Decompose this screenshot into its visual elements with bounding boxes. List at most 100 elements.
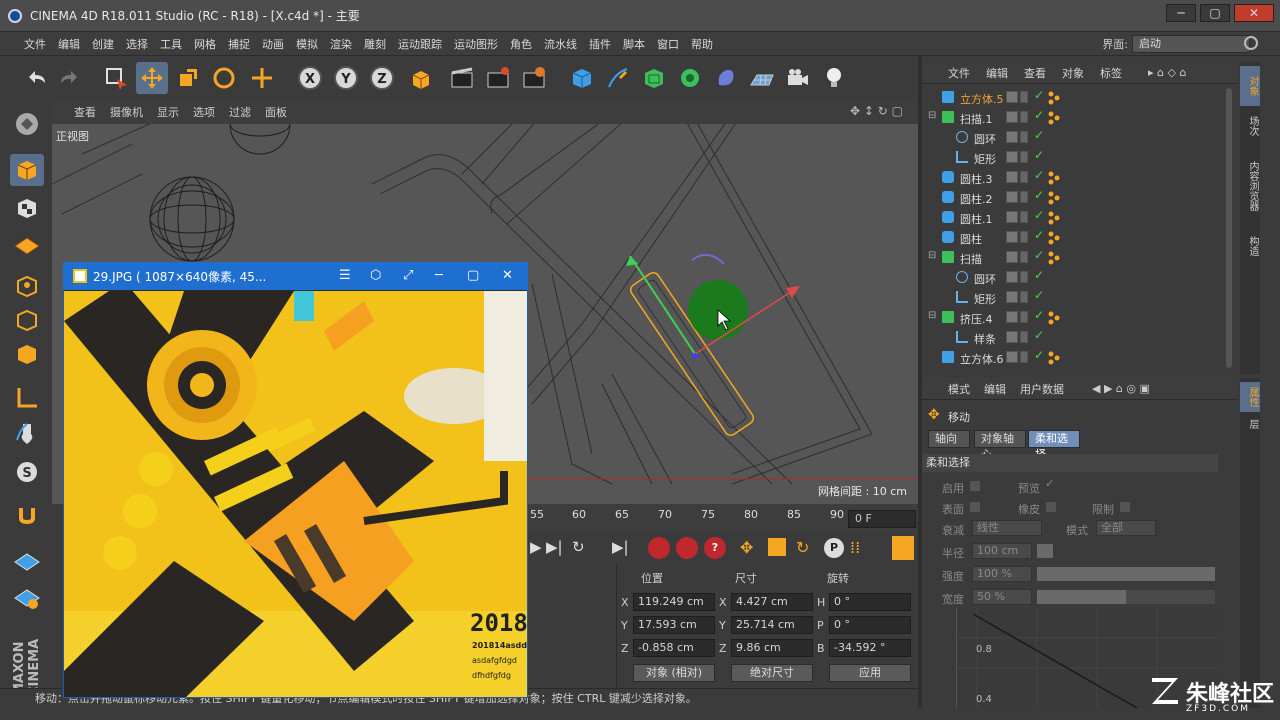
texture-mode-icon[interactable] xyxy=(10,192,44,224)
object-row[interactable]: ⊟ 扫描.1 xyxy=(924,108,1224,128)
menu-mograph[interactable]: 运动图形 xyxy=(448,36,504,52)
object-name[interactable]: 圆环 xyxy=(974,271,996,287)
z-axis-lock-icon[interactable]: Z xyxy=(366,62,398,94)
enabled-check-icon[interactable]: ✓ xyxy=(1034,248,1044,262)
render-settings-icon[interactable] xyxy=(518,62,550,94)
tweak-mode-icon[interactable] xyxy=(10,418,44,450)
layer-swatch[interactable] xyxy=(1006,131,1018,143)
object-row[interactable]: ⊟ 挤压.4 xyxy=(924,308,1224,328)
y-axis-lock-icon[interactable]: Y xyxy=(330,62,362,94)
keyframe-help-icon[interactable]: ? xyxy=(704,537,726,559)
menu-icon[interactable]: ☰ xyxy=(339,268,351,283)
object-visibility-controls[interactable]: ✓ xyxy=(1006,168,1046,185)
workplane-lock-icon[interactable] xyxy=(10,546,44,578)
layer-swatch[interactable] xyxy=(1006,351,1018,363)
solo-mode-icon[interactable]: S xyxy=(10,456,44,488)
menu-plugins[interactable]: 插件 xyxy=(583,36,617,52)
tab-objects[interactable]: 对象 xyxy=(1240,66,1260,106)
object-visibility-controls[interactable]: ✓ xyxy=(1006,188,1046,205)
menu-animate[interactable]: 动画 xyxy=(256,36,290,52)
object-row[interactable]: 圆柱 xyxy=(924,228,1224,248)
menu-pipeline[interactable]: 流水线 xyxy=(538,36,583,52)
menu-character[interactable]: 角色 xyxy=(504,36,538,52)
go-to-end-icon[interactable]: ▶| xyxy=(612,538,629,556)
minimize-button[interactable]: ─ xyxy=(1166,4,1196,22)
surface-checkbox[interactable] xyxy=(970,502,980,512)
mode-select[interactable]: 全部 xyxy=(1096,520,1156,536)
visibility-dots[interactable] xyxy=(1020,191,1028,203)
falloff-select[interactable]: 线性 xyxy=(972,520,1042,536)
deformer-icon[interactable] xyxy=(710,62,742,94)
render-picture-viewer-icon[interactable] xyxy=(482,62,514,94)
pin-icon[interactable]: ⬡ xyxy=(370,268,381,283)
phong-tag-icon[interactable] xyxy=(1048,111,1060,125)
autokey-icon[interactable] xyxy=(676,537,698,559)
layer-swatch[interactable] xyxy=(1006,311,1018,323)
tab-content-browser[interactable]: 内容浏览器 xyxy=(1240,146,1260,226)
viewport-menu-filter[interactable]: 过滤 xyxy=(229,104,251,120)
object-row[interactable]: ⊟ 扫描 xyxy=(924,248,1224,268)
attr-menu-userdata[interactable]: 用户数据 xyxy=(1020,381,1064,397)
rubber-checkbox[interactable] xyxy=(1046,502,1056,512)
object-row[interactable]: 样条 xyxy=(924,328,1224,348)
layer-swatch[interactable] xyxy=(1006,191,1018,203)
phong-tag-icon[interactable] xyxy=(1048,91,1060,105)
timeline-window-icon[interactable] xyxy=(892,536,914,560)
object-name[interactable]: 样条 xyxy=(974,331,996,347)
object-visibility-controls[interactable]: ✓ xyxy=(1006,288,1046,305)
size-mode-select[interactable]: 绝对尺寸 xyxy=(731,664,813,682)
light-object-icon[interactable] xyxy=(818,62,850,94)
object-name[interactable]: 挤压.4 xyxy=(960,311,993,327)
menu-file[interactable]: 文件 xyxy=(18,36,52,52)
pos-z-field[interactable]: -0.858 cm xyxy=(633,639,715,657)
tab-structure[interactable]: 构造 xyxy=(1240,226,1260,266)
size-y-field[interactable]: 25.714 cm xyxy=(731,616,813,634)
loop-icon[interactable]: ↻ xyxy=(572,538,585,556)
phong-tag-icon[interactable] xyxy=(1048,171,1060,185)
obj-menu-edit[interactable]: 编辑 xyxy=(986,65,1008,81)
object-name[interactable]: 圆柱.1 xyxy=(960,211,993,227)
enabled-check-icon[interactable]: ✓ xyxy=(1034,308,1044,322)
viewport-menu-options[interactable]: 选项 xyxy=(193,104,215,120)
object-name[interactable]: 圆柱.3 xyxy=(960,171,993,187)
layer-swatch[interactable] xyxy=(1006,271,1018,283)
image-maximize-button[interactable]: ▢ xyxy=(467,268,479,283)
object-name[interactable]: 矩形 xyxy=(974,291,996,307)
layer-swatch[interactable] xyxy=(1006,91,1018,103)
tab-soft-selection[interactable]: 柔和选择 xyxy=(1028,430,1080,461)
workplane-mode-icon[interactable] xyxy=(10,228,44,260)
key-scale-icon[interactable] xyxy=(768,538,786,556)
object-name[interactable]: 立方体.6 xyxy=(960,351,1004,367)
object-row[interactable]: 圆环 xyxy=(924,128,1224,148)
play-forward-icon[interactable]: ▶ xyxy=(530,538,542,556)
enabled-check-icon[interactable]: ✓ xyxy=(1034,188,1044,202)
layer-swatch[interactable] xyxy=(1006,111,1018,123)
object-name[interactable]: 圆环 xyxy=(974,131,996,147)
phong-tag-icon[interactable] xyxy=(1048,351,1060,365)
viewport-menu-camera[interactable]: 摄像机 xyxy=(110,104,143,120)
object-visibility-controls[interactable]: ✓ xyxy=(1006,108,1046,125)
rot-p-field[interactable]: 0 ° xyxy=(829,616,911,634)
enabled-check-icon[interactable]: ✓ xyxy=(1034,128,1044,142)
edges-mode-icon[interactable] xyxy=(10,304,44,336)
menu-tools[interactable]: 工具 xyxy=(154,36,188,52)
tab-takes[interactable]: 场次 xyxy=(1240,106,1260,146)
object-row[interactable]: 圆柱.1 xyxy=(924,208,1224,228)
strength-slider[interactable] xyxy=(1037,567,1215,581)
apply-button[interactable]: 应用 xyxy=(829,664,911,682)
enabled-check-icon[interactable]: ✓ xyxy=(1034,348,1044,362)
menu-sculpt[interactable]: 雕刻 xyxy=(358,36,392,52)
visibility-dots[interactable] xyxy=(1020,331,1028,343)
object-row[interactable]: 矩形 xyxy=(924,148,1224,168)
visibility-dots[interactable] xyxy=(1020,91,1028,103)
attr-menu-mode[interactable]: 模式 xyxy=(948,381,970,397)
visibility-dots[interactable] xyxy=(1020,271,1028,283)
expand-toggle-icon[interactable]: ⊟ xyxy=(928,310,936,321)
fullscreen-icon[interactable]: ⤢ xyxy=(403,268,413,283)
menu-script[interactable]: 脚本 xyxy=(617,36,651,52)
obj-menu-object[interactable]: 对象 xyxy=(1062,65,1084,81)
object-name[interactable]: 立方体.5 xyxy=(960,91,1004,107)
enabled-check-icon[interactable]: ✓ xyxy=(1034,268,1044,282)
enabled-check-icon[interactable]: ✓ xyxy=(1034,288,1044,302)
restrict-checkbox[interactable] xyxy=(1120,502,1130,512)
